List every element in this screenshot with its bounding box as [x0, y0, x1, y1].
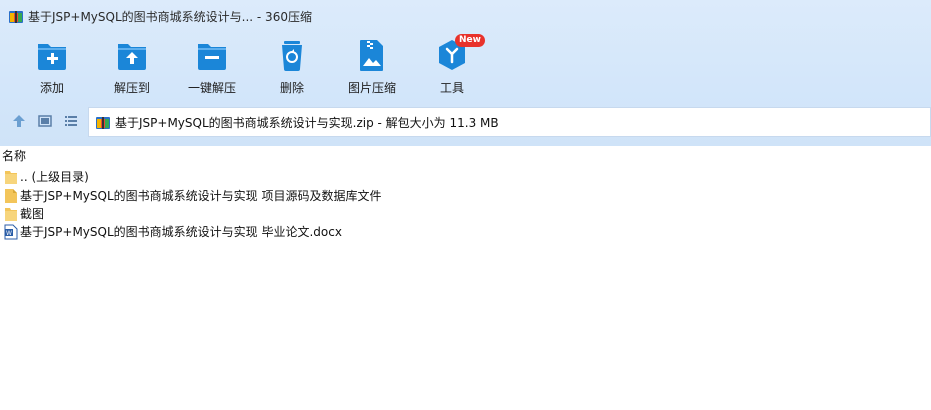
archive-icon	[9, 11, 23, 23]
list-item-name: 基于JSP+MySQL的图书商城系统设计与实现 毕业论文.docx	[20, 225, 342, 239]
column-name-header[interactable]: 名称	[2, 148, 26, 164]
folder-icon	[5, 208, 17, 221]
file-icon	[5, 189, 17, 203]
list-item[interactable]: 截图	[0, 205, 931, 223]
extract-to-button[interactable]: 解压到	[97, 38, 167, 98]
list-item-name: 截图	[20, 207, 45, 221]
svg-text:W: W	[6, 230, 12, 237]
zip-archive-icon	[96, 117, 110, 129]
add-folder-icon	[38, 44, 66, 70]
top-panel: 基于JSP+MySQL的图书商城系统设计与... - 360压缩 添加 解压到 …	[0, 0, 931, 146]
delete-icon	[282, 41, 302, 71]
delete-label: 删除	[279, 81, 304, 95]
address-row: 基于JSP+MySQL的图书商城系统设计与实现.zip - 解包大小为 11.3…	[0, 104, 931, 138]
image-compress-icon	[360, 40, 383, 71]
delete-button[interactable]: 删除	[257, 38, 327, 98]
toolbar: 添加 解压到 一键解压 删除 图片压缩 New 工具	[0, 34, 931, 100]
image-compress-label: 图片压缩	[347, 81, 396, 95]
image-compress-button[interactable]: 图片压缩	[337, 38, 407, 98]
title-bar: 基于JSP+MySQL的图书商城系统设计与... - 360压缩	[0, 0, 931, 34]
tools-label: 工具	[439, 81, 464, 95]
window-title: 基于JSP+MySQL的图书商城系统设计与... - 360压缩	[28, 10, 312, 24]
up-arrow-icon[interactable]	[11, 113, 27, 129]
tools-button[interactable]: New 工具	[417, 34, 487, 98]
address-path: 基于JSP+MySQL的图书商城系统设计与实现.zip - 解包大小为 11.3…	[115, 116, 499, 130]
one-click-extract-button[interactable]: 一键解压	[177, 38, 247, 98]
app-window: 基于JSP+MySQL的图书商城系统设计与... - 360压缩 添加 解压到 …	[0, 0, 931, 410]
list-item[interactable]: 基于JSP+MySQL的图书商城系统设计与实现 项目源码及数据库文件	[0, 187, 931, 205]
list-view-icon[interactable]	[63, 113, 79, 129]
word-doc-icon: W	[4, 224, 18, 240]
add-button[interactable]: 添加	[17, 38, 87, 98]
new-badge: New	[455, 34, 485, 47]
folder-icon	[5, 171, 17, 184]
extract-to-label: 解压到	[113, 81, 150, 95]
list-item[interactable]: .. (上级目录)	[0, 168, 931, 186]
list-item[interactable]: W 基于JSP+MySQL的图书商城系统设计与实现 毕业论文.docx	[0, 223, 931, 241]
address-bar[interactable]: 基于JSP+MySQL的图书商城系统设计与实现.zip - 解包大小为 11.3…	[88, 107, 931, 137]
one-click-extract-icon	[198, 44, 226, 70]
list-header: 名称	[0, 146, 931, 166]
one-click-extract-label: 一键解压	[187, 81, 236, 95]
list-item-name: 基于JSP+MySQL的图书商城系统设计与实现 项目源码及数据库文件	[20, 189, 382, 203]
thumbnail-view-icon[interactable]	[37, 113, 53, 129]
extract-to-icon	[118, 44, 146, 70]
list-item-name: .. (上级目录)	[20, 170, 89, 184]
add-label: 添加	[39, 81, 64, 95]
